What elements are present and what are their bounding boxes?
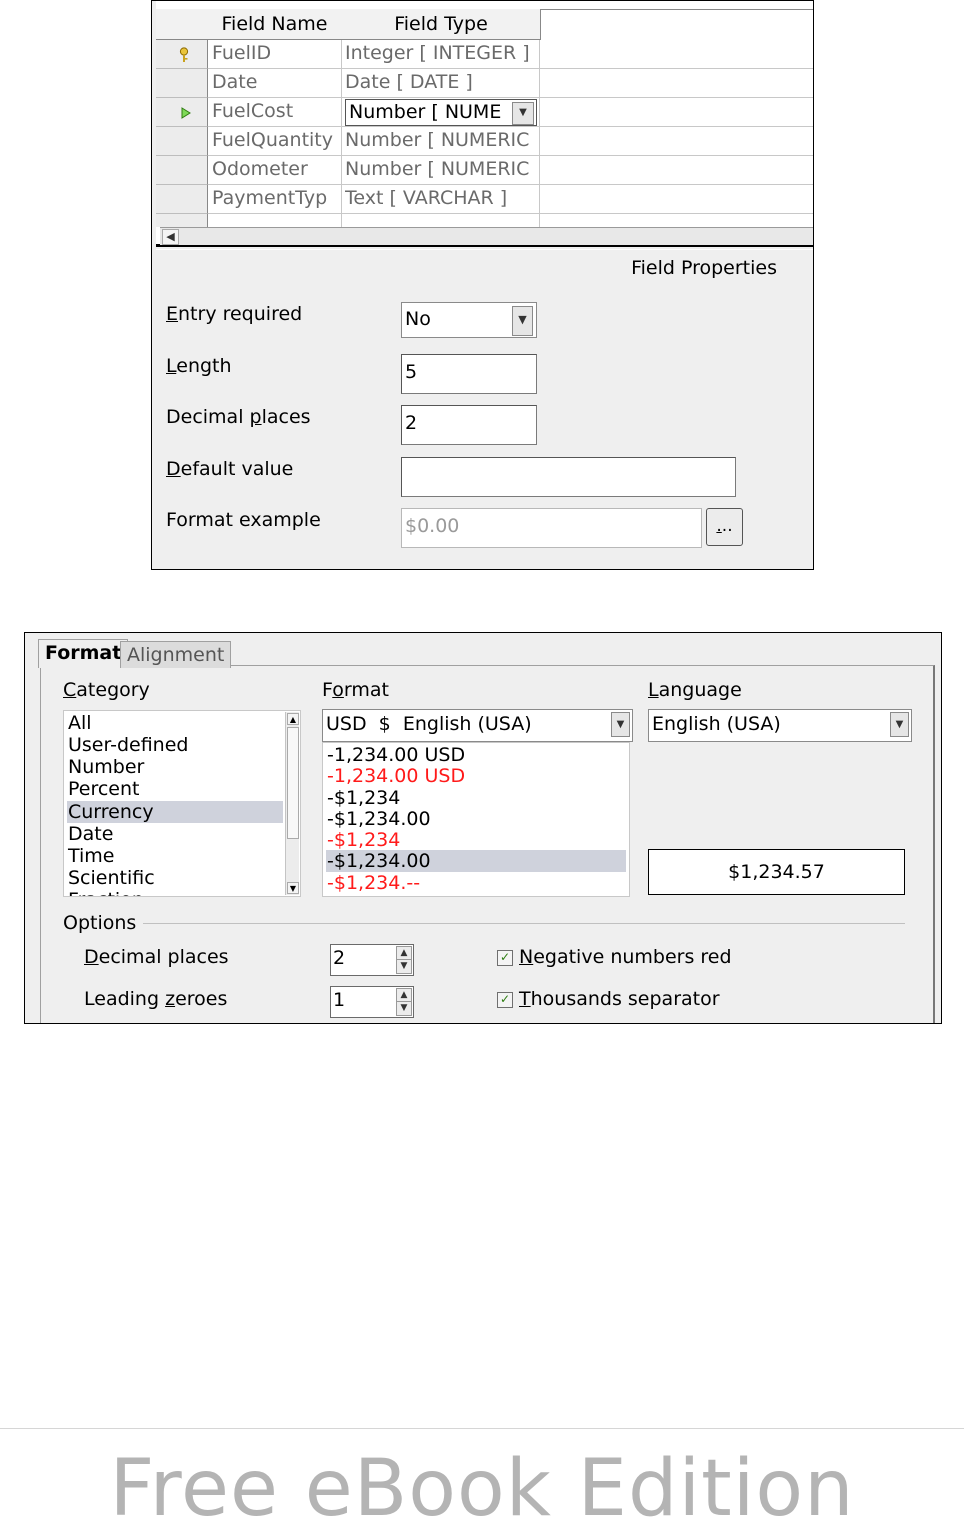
- table-design-window: Field Name Field Type FuelID Date FuelCo…: [151, 0, 814, 570]
- list-item[interactable]: Currency: [67, 801, 283, 823]
- row-selector[interactable]: [156, 156, 208, 185]
- chevron-down-icon[interactable]: ▼: [611, 712, 630, 737]
- length-label: Length: [166, 355, 232, 377]
- field-type-cell[interactable]: Text [ VARCHAR ]: [345, 184, 538, 212]
- list-item[interactable]: Date: [67, 823, 283, 845]
- tab-format[interactable]: Format: [38, 639, 129, 668]
- leading-zeroes-label: Leading zeroes: [84, 988, 228, 1010]
- primary-key-icon: [179, 47, 189, 62]
- field-name-cell[interactable]: FuelID: [212, 39, 340, 67]
- list-item[interactable]: User-defined: [67, 734, 283, 756]
- field-type-cell[interactable]: Number [ NUMERIC: [345, 155, 538, 183]
- row-selector[interactable]: [156, 98, 208, 127]
- list-item[interactable]: Scientific: [67, 867, 283, 889]
- row-selector[interactable]: [156, 40, 208, 69]
- footer-divider: [0, 1428, 964, 1429]
- field-name-cell[interactable]: FuelCost: [212, 97, 340, 125]
- field-type-combo-value: Number [ NUME: [349, 101, 502, 123]
- scroll-left-icon[interactable]: ◀: [162, 229, 179, 245]
- format-select-value: USD $ English (USA): [326, 713, 532, 735]
- field-type-cell[interactable]: Date [ DATE ]: [345, 68, 538, 96]
- length-input[interactable]: 5: [401, 354, 537, 394]
- format-preview: $1,234.57: [648, 849, 905, 895]
- options-title: Options: [63, 912, 137, 934]
- decimal-places-stepper-value: 2: [333, 947, 346, 969]
- format-example-label: Format example: [166, 509, 321, 531]
- format-dialog: Format Alignment Category All User-defin…: [24, 632, 942, 1024]
- list-item[interactable]: Time: [67, 845, 283, 867]
- decimal-places-label: Decimal places: [166, 406, 311, 428]
- tab-alignment[interactable]: Alignment: [120, 641, 232, 668]
- row-selector-header: [156, 9, 208, 40]
- list-item[interactable]: Percent: [67, 778, 283, 800]
- thousands-separator-label[interactable]: Thousands separator: [519, 987, 720, 1011]
- horizontal-scrollbar[interactable]: ◀: [160, 227, 813, 245]
- decimal-places-stepper[interactable]: 2 ▲ ▼: [330, 944, 414, 976]
- row-selector[interactable]: [156, 127, 208, 156]
- list-item[interactable]: -1,234.00 USD: [326, 765, 626, 787]
- row-selector[interactable]: [156, 214, 208, 227]
- field-name-cell[interactable]: PaymentTyp: [212, 184, 340, 212]
- decrement-icon[interactable]: ▼: [396, 1001, 412, 1016]
- field-type-combo[interactable]: Number [ NUME ▼: [345, 99, 537, 126]
- row-selector[interactable]: [156, 69, 208, 98]
- format-label: Format: [322, 679, 389, 701]
- field-name-cell[interactable]: Date: [212, 68, 340, 96]
- field-properties-title: Field Properties: [631, 257, 777, 279]
- list-item-partial: - - - -: [327, 743, 349, 744]
- format-list[interactable]: - - - - -1,234.00 USD -1,234.00 USD -$1,…: [322, 742, 630, 897]
- row-selector[interactable]: [156, 185, 208, 214]
- negative-red-label[interactable]: Negative numbers red: [519, 945, 732, 969]
- format-select[interactable]: USD $ English (USA) ▼: [322, 709, 633, 742]
- list-item[interactable]: -$1,234: [326, 787, 626, 809]
- current-row-arrow-icon: [181, 107, 191, 119]
- field-name-cell[interactable]: FuelQuantity: [212, 126, 341, 154]
- options-separator: [143, 923, 905, 924]
- field-name-cell[interactable]: Odometer: [212, 155, 340, 183]
- list-item[interactable]: Number: [67, 756, 283, 778]
- language-select-value: English (USA): [652, 713, 781, 735]
- field-type-cell[interactable]: Integer [ INTEGER ]: [345, 39, 538, 67]
- list-item[interactable]: All: [67, 712, 283, 734]
- list-item[interactable]: -1,234.00 USD: [326, 744, 626, 766]
- scroll-thumb[interactable]: [287, 727, 299, 839]
- decimal-places-input[interactable]: 2: [401, 405, 537, 445]
- list-item[interactable]: Fraction: [67, 889, 283, 896]
- default-value-label: Default value: [166, 458, 294, 480]
- chevron-down-icon[interactable]: ▼: [512, 102, 534, 125]
- leading-zeroes-stepper[interactable]: 1 ▲ ▼: [330, 986, 414, 1018]
- leading-zeroes-stepper-value: 1: [333, 989, 346, 1011]
- field-type-cell[interactable]: Number [ NUMERIC: [345, 126, 538, 154]
- field-type-header[interactable]: Field Type: [342, 9, 541, 40]
- chevron-down-icon[interactable]: ▼: [890, 712, 909, 737]
- scroll-up-icon[interactable]: ▲: [287, 713, 299, 725]
- list-item[interactable]: -$1,234.00: [326, 850, 626, 872]
- negative-red-checkbox[interactable]: ✓: [497, 950, 513, 966]
- list-item[interactable]: -$1,234.--: [326, 872, 626, 894]
- watermark: Free eBook Edition: [109, 1444, 855, 1534]
- format-button[interactable]: ...: [706, 508, 743, 546]
- field-grid: Field Name Field Type FuelID Date FuelCo…: [156, 1, 813, 247]
- category-list[interactable]: All User-defined Number Percent Currency…: [63, 710, 301, 897]
- thousands-separator-checkbox[interactable]: ✓: [497, 992, 513, 1008]
- list-item[interactable]: -$1,234.00: [326, 808, 626, 830]
- list-item[interactable]: -$1,234: [326, 829, 626, 851]
- default-value-input[interactable]: [401, 457, 736, 497]
- field-name-header[interactable]: Field Name: [207, 9, 343, 40]
- entry-required-select[interactable]: No ▼: [401, 302, 537, 338]
- format-example-input: $0.00: [401, 508, 702, 548]
- decrement-icon[interactable]: ▼: [396, 959, 412, 974]
- entry-required-value: No: [405, 308, 431, 330]
- vertical-scrollbar[interactable]: ▲ ▼: [285, 712, 299, 895]
- decimal-places-option-label: Decimal places: [84, 946, 229, 968]
- entry-required-label: Entry required: [166, 303, 303, 325]
- scroll-down-icon[interactable]: ▼: [287, 882, 299, 894]
- category-label: Category: [63, 679, 150, 701]
- language-label: Language: [648, 679, 742, 701]
- chevron-down-icon[interactable]: ▼: [512, 306, 533, 336]
- language-select[interactable]: English (USA) ▼: [648, 709, 912, 742]
